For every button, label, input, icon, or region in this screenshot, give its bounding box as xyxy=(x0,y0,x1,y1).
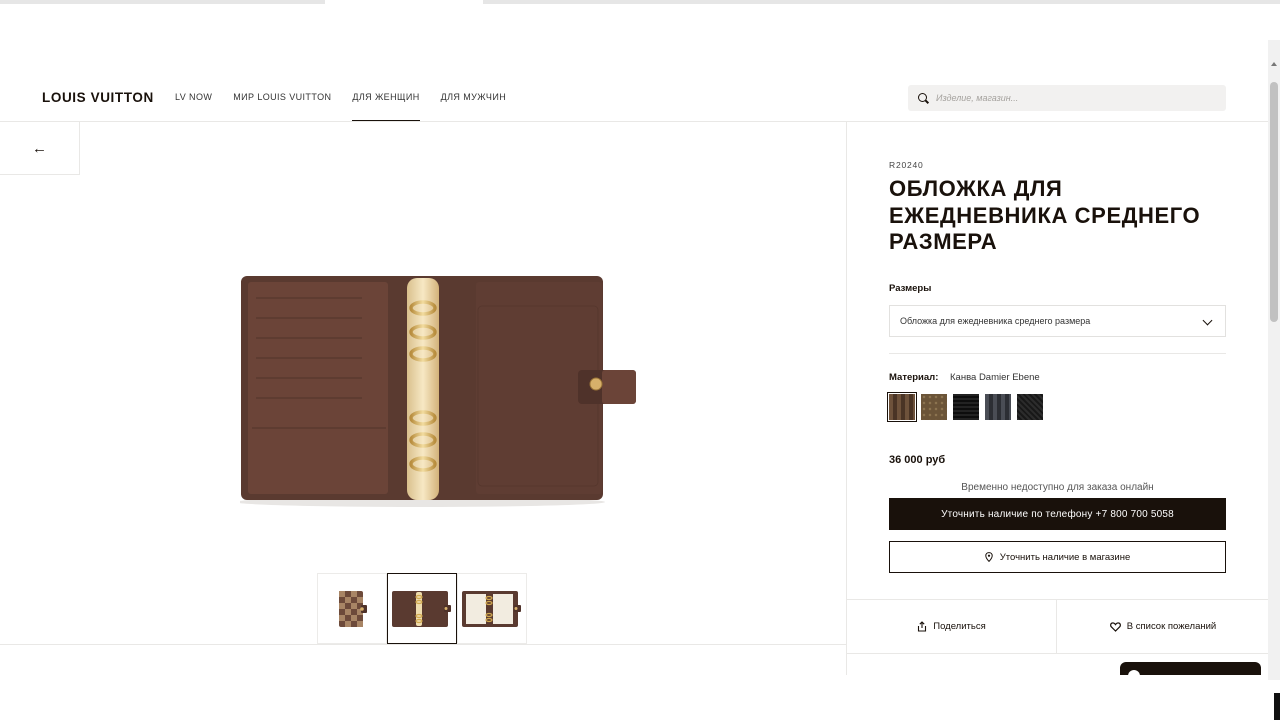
thumbnail-closed[interactable] xyxy=(317,573,387,644)
location-pin-icon xyxy=(985,552,993,562)
search-icon xyxy=(918,92,929,104)
nav-item-men[interactable]: ДЛЯ МУЖЧИН xyxy=(441,92,507,122)
product-title: ОБЛОЖКА ДЛЯ ЕЖЕДНЕВНИКА СРЕДНЕГО РАЗМЕРА xyxy=(889,176,1201,254)
corner-edge xyxy=(1274,693,1280,720)
back-arrow-icon: ← xyxy=(32,139,47,157)
size-dropdown[interactable]: Обложка для ежедневника среднего размера xyxy=(889,305,1226,337)
gallery-bottom-divider xyxy=(0,644,846,645)
nav-item-lv-now[interactable]: LV NOW xyxy=(175,92,212,122)
share-button[interactable]: Поделиться xyxy=(847,600,1057,653)
actions-bottom-divider xyxy=(847,653,1268,654)
material-swatches xyxy=(887,392,1043,422)
browser-tab-strip xyxy=(0,0,1280,4)
share-icon xyxy=(918,621,927,632)
heart-icon xyxy=(1109,621,1121,632)
pane-divider xyxy=(846,122,847,682)
bottom-overlay xyxy=(0,675,1268,720)
availability-notice: Временно недоступно для заказа онлайн xyxy=(961,482,1154,493)
back-button[interactable]: ← xyxy=(0,122,80,175)
scroll-up-arrow-icon[interactable] xyxy=(1271,62,1277,66)
size-selected-value: Обложка для ежедневника среднего размера xyxy=(900,316,1091,326)
swatch-damier-graphite[interactable] xyxy=(985,394,1011,420)
thumbnail-open-pages[interactable] xyxy=(457,573,527,644)
thumbnail-open-rings-image xyxy=(392,590,451,627)
thumbnail-open-rings[interactable] xyxy=(387,573,457,644)
swatch-epi-black[interactable] xyxy=(953,394,979,420)
share-label: Поделиться xyxy=(933,621,986,632)
search-bar[interactable] xyxy=(908,85,1226,111)
scrollbar-thumb[interactable] xyxy=(1270,82,1278,322)
active-browser-tab[interactable] xyxy=(325,0,483,4)
material-row: Материал: Канва Damier Ebene xyxy=(889,372,1040,383)
sizes-label: Размеры xyxy=(889,283,932,294)
product-price: 36 000 руб xyxy=(889,454,946,466)
header-divider xyxy=(0,121,1268,122)
wishlist-button[interactable]: В список пожеланий xyxy=(1058,600,1268,653)
swatch-monogram[interactable] xyxy=(921,394,947,420)
material-label: Материал: xyxy=(889,372,939,383)
wishlist-label: В список пожеланий xyxy=(1126,621,1217,632)
swatch-damier-ebene[interactable] xyxy=(887,392,917,422)
chevron-down-icon xyxy=(1202,315,1213,326)
check-in-store-button[interactable]: Уточнить наличие в магазине xyxy=(889,541,1226,573)
thumbnail-open-pages-image xyxy=(462,590,521,627)
thumbnail-strip xyxy=(317,573,527,644)
brand-logo[interactable]: LOUIS VUITTON xyxy=(42,90,154,105)
size-divider xyxy=(889,353,1226,354)
thumbnail-closed-image xyxy=(339,590,367,627)
nav-item-world-lv[interactable]: МИР LOUIS VUITTON xyxy=(233,92,331,122)
check-by-phone-button[interactable]: Уточнить наличие по телефону +7 800 700 … xyxy=(889,498,1226,530)
product-image xyxy=(240,276,636,507)
product-sku: R20240 xyxy=(889,160,924,170)
swatch-taiga-black[interactable] xyxy=(1017,394,1043,420)
nav-item-women[interactable]: ДЛЯ ЖЕНЩИН xyxy=(352,92,420,122)
check-in-store-label: Уточнить наличие в магазине xyxy=(999,551,1131,563)
main-nav: LV NOW МИР LOUIS VUITTON ДЛЯ ЖЕНЩИН ДЛЯ … xyxy=(175,92,527,122)
search-input[interactable] xyxy=(936,93,1206,103)
material-value: Канва Damier Ebene xyxy=(950,372,1040,383)
page-scrollbar[interactable] xyxy=(1268,40,1280,680)
